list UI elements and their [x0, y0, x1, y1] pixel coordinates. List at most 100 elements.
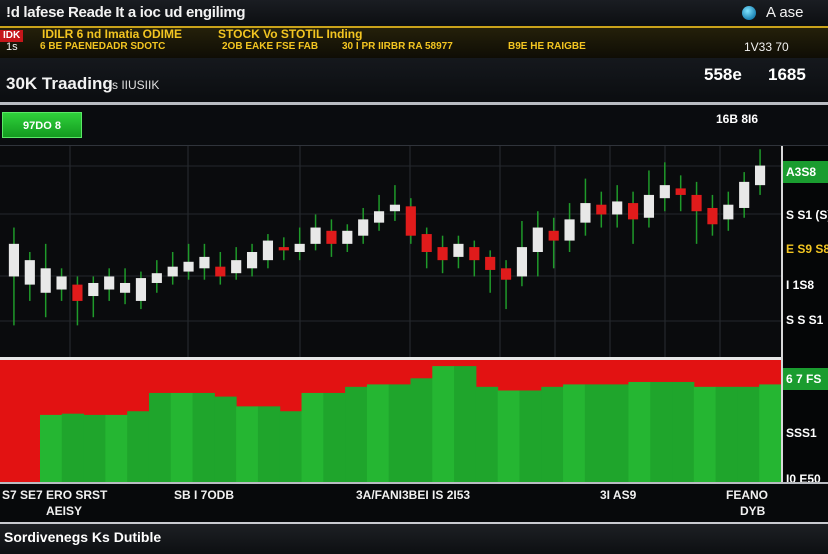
volume-bar — [759, 384, 781, 482]
price-value: 1685 — [768, 65, 806, 84]
volume-bar — [541, 386, 564, 482]
candle-body — [183, 261, 194, 272]
volume-bar — [388, 384, 411, 482]
candle-body — [612, 201, 623, 215]
candle-body — [723, 204, 734, 220]
panel-separator — [0, 357, 781, 360]
volume-bar — [693, 386, 717, 482]
candle-body — [342, 230, 353, 244]
volume-bar — [214, 396, 237, 482]
ticker-item[interactable]: IDILR 6 nd Imatia ODIME — [42, 27, 182, 41]
volume-bar — [628, 381, 651, 482]
toolbar — [0, 105, 828, 147]
candle-body — [453, 243, 464, 257]
price-scale-label: S S1 (S) — [786, 208, 828, 222]
candle-body — [627, 203, 639, 220]
candle-body — [754, 165, 766, 186]
volume-bar — [236, 406, 259, 482]
x-axis-label: DYB — [740, 504, 766, 518]
candle-body — [707, 207, 718, 225]
candle-body — [437, 247, 448, 261]
candle-body — [151, 273, 162, 283]
candle-body — [469, 247, 480, 261]
price-scale-label: I 1S8 — [786, 278, 815, 292]
candle-body — [119, 282, 131, 293]
toolbar-right-text: 16B 8I6 — [716, 112, 759, 126]
title-right-text[interactable]: A ase — [766, 4, 804, 21]
volume-bar — [127, 411, 150, 482]
ticker-item[interactable]: STOCK Vo STOTIL Inding — [218, 27, 362, 41]
volume-bar — [454, 366, 477, 482]
candle-body — [246, 252, 258, 269]
candle-body — [516, 247, 528, 277]
price-scale-label: S S S1 — [786, 313, 824, 327]
ticker-item[interactable]: B9E HE RAIGBE — [508, 41, 586, 52]
candle-body — [135, 278, 147, 301]
volume-bar — [148, 392, 172, 482]
volume-bar — [170, 392, 194, 482]
price-scale-label: A3S8 — [786, 165, 817, 179]
candle-body — [326, 230, 337, 244]
section-title: 30K Traading — [6, 74, 113, 93]
volume-bar — [432, 366, 455, 482]
candlestick-chart[interactable] — [0, 146, 781, 482]
candle-body — [262, 240, 274, 261]
ticker-item[interactable]: 30 I PR IIRBR RA 58977 — [342, 41, 453, 52]
ticker-item[interactable]: 2OB EAKE FSE FAB — [222, 41, 318, 52]
candle-body — [88, 282, 99, 297]
volume-bar — [279, 411, 303, 482]
x-axis-label: S7 SE7 ERO SRST — [2, 488, 108, 502]
candle-body — [215, 266, 226, 277]
volume-bar — [323, 392, 346, 482]
volume-bar — [192, 392, 215, 482]
volume-bar — [105, 414, 128, 482]
candle-body — [691, 194, 702, 212]
volume-bar — [410, 378, 433, 482]
candle-body — [405, 206, 416, 236]
x-axis-label: 3A/FANI3BEI IS 2I53 — [356, 488, 471, 502]
app-title: !d lafese Reade It a ioc ud engilimg — [6, 4, 246, 21]
candle-body — [231, 260, 242, 274]
ticker-right: 1V33 70 — [744, 40, 789, 54]
globe-icon[interactable] — [742, 6, 756, 20]
volume-area — [0, 357, 781, 482]
volume-bar — [497, 390, 520, 482]
ticker-item[interactable]: 6 BE PAENEDADR SDOTC — [40, 41, 165, 52]
x-axis-label: SB I 7ODB — [174, 488, 235, 502]
volume-bar — [83, 414, 106, 482]
x-axis-label: AEISY — [46, 504, 83, 518]
candle-body — [548, 230, 559, 241]
candle-body — [500, 268, 512, 280]
volume-bar — [519, 390, 542, 482]
volume-bar — [366, 384, 390, 482]
candle-body — [739, 181, 750, 208]
candle-body — [564, 219, 575, 241]
candle-body — [278, 247, 289, 251]
price-scale-label: 6 7 FS — [786, 372, 822, 386]
volume-bar — [606, 384, 629, 482]
price-label: 558e — [704, 65, 742, 84]
candle-body — [358, 219, 369, 236]
buy-button[interactable]: 97DO 8 — [2, 112, 82, 138]
volume-bar — [345, 386, 368, 482]
candle-body — [659, 185, 670, 199]
candle-body — [675, 188, 686, 195]
candle-body — [8, 243, 20, 277]
volume-bar — [737, 386, 760, 482]
candle-body — [40, 268, 51, 293]
candle-body — [643, 194, 655, 218]
candle-body — [389, 204, 401, 212]
section-subtitle: s IIUSIIK — [112, 78, 160, 92]
candle-body — [199, 256, 210, 269]
candle-body — [532, 227, 543, 252]
volume-bar — [257, 406, 281, 482]
volume-bar — [61, 413, 85, 482]
ticker-tag-2: 1s — [6, 41, 18, 53]
volume-bar — [715, 386, 738, 482]
candle-body — [485, 256, 496, 270]
x-axis-label: FEANO — [726, 488, 768, 502]
candle-body — [294, 243, 305, 252]
candle-body — [596, 204, 607, 215]
volume-bar — [584, 384, 608, 482]
volume-bar — [301, 392, 324, 482]
